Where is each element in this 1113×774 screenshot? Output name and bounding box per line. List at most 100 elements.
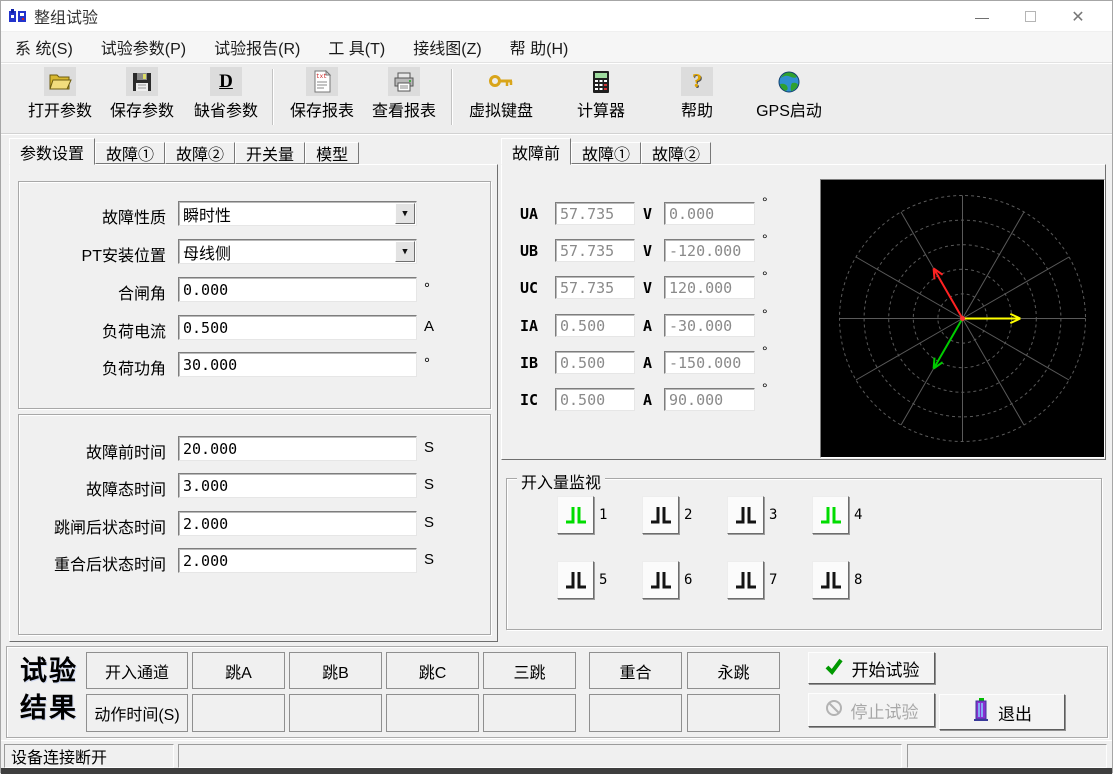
window-title: 整组试验 xyxy=(34,4,98,28)
close-icon: ✕ xyxy=(1071,7,1084,27)
prefault-time-input[interactable] xyxy=(178,436,417,461)
chevron-down-icon[interactable]: ▼ xyxy=(395,241,415,262)
digital-input-5-button[interactable] xyxy=(557,561,594,599)
post-reclose-time-unit: S xyxy=(424,551,434,568)
ic-value: 0.500 xyxy=(555,388,635,411)
window-controls: — ✕ xyxy=(958,1,1102,32)
tab-fault-2-right[interactable]: 故障② xyxy=(641,142,711,164)
result-col-trip-a: 跳A xyxy=(192,652,285,689)
view-report-button[interactable]: 查看报表 xyxy=(363,67,445,129)
tab-fault-1-right[interactable]: 故障① xyxy=(571,142,641,164)
save-report-button[interactable]: txt 保存报表 xyxy=(281,67,363,129)
toolbar-label: GPS启动 xyxy=(756,97,822,121)
digital-input-7-button[interactable] xyxy=(727,561,764,599)
calculator-button[interactable]: 计算器 xyxy=(557,67,645,129)
start-test-button[interactable]: 开始试验 xyxy=(808,652,935,684)
open-folder-icon xyxy=(44,67,76,96)
post-trip-time-input[interactable] xyxy=(178,511,417,536)
fault-params-box: 故障性质 瞬时性 ▼ PT安装位置 母线侧 ▼ 合闸角 ° 负荷电流 xyxy=(18,181,491,409)
tab-switch-quantity[interactable]: 开关量 xyxy=(235,142,305,164)
digital-input-6-button[interactable] xyxy=(642,561,679,599)
maximize-button[interactable] xyxy=(1006,1,1054,32)
tab-prefault[interactable]: 故障前 xyxy=(501,138,571,165)
phase-ic-label: IC xyxy=(520,391,538,409)
digital-input-3-number: 3 xyxy=(769,507,777,523)
switch-contact-icon xyxy=(733,567,759,593)
virtual-keyboard-button[interactable]: 虚拟键盘 xyxy=(459,67,543,129)
tab-fault-1[interactable]: 故障① xyxy=(95,142,165,164)
digital-input-6-number: 6 xyxy=(684,572,692,588)
exit-label: 退出 xyxy=(998,700,1032,725)
test-results-title: 试验 结果 xyxy=(10,653,88,727)
status-connection-panel: 设备连接断开 xyxy=(4,744,174,768)
exit-button[interactable]: 退出 xyxy=(939,694,1065,730)
menu-wiring-diagram[interactable]: 接线图(Z) xyxy=(399,32,495,62)
phase-ib-label: IB xyxy=(520,354,538,372)
close-button[interactable]: ✕ xyxy=(1054,1,1102,32)
save-params-button[interactable]: 保存参数 xyxy=(101,67,183,129)
switch-contact-icon xyxy=(563,567,589,593)
digital-input-4-button[interactable] xyxy=(812,496,849,534)
tab-model[interactable]: 模型 xyxy=(305,142,359,164)
menu-test-params[interactable]: 试验参数(P) xyxy=(87,32,200,62)
param-settings-page: 故障性质 瞬时性 ▼ PT安装位置 母线侧 ▼ 合闸角 ° 负荷电流 xyxy=(9,164,498,642)
closing-angle-input[interactable] xyxy=(178,277,417,302)
status-message-panel xyxy=(178,744,902,768)
ua-angle: 0.000 xyxy=(664,202,755,225)
post-reclose-time-input[interactable] xyxy=(178,548,417,573)
digital-input-8-button[interactable] xyxy=(812,561,849,599)
default-params-button[interactable]: D 缺省参数 xyxy=(185,67,267,129)
ub-value: 57.735 xyxy=(555,239,635,262)
digital-input-1-button[interactable] xyxy=(557,496,594,534)
post-trip-time-unit: S xyxy=(424,514,434,531)
ic-angle: 90.000 xyxy=(664,388,755,411)
uc-unit: V xyxy=(643,279,652,297)
degree-symbol: ° xyxy=(762,268,768,284)
minimize-icon: — xyxy=(975,9,989,25)
load-angle-input[interactable] xyxy=(178,352,417,377)
prefault-time-label: 故障前时间 xyxy=(86,439,166,463)
phase-uc-label: UC xyxy=(520,279,538,297)
load-angle-unit: ° xyxy=(424,355,430,372)
exit-door-icon xyxy=(972,698,990,727)
maximize-icon xyxy=(1025,11,1036,22)
check-icon xyxy=(824,657,844,680)
digital-input-2-number: 2 xyxy=(684,507,692,523)
digital-input-3-button[interactable] xyxy=(727,496,764,534)
tab-param-settings[interactable]: 参数设置 xyxy=(9,138,95,165)
help-button[interactable]: ? 帮助 xyxy=(665,67,729,129)
switch-contact-icon xyxy=(818,502,844,528)
menu-test-report[interactable]: 试验报告(R) xyxy=(200,32,314,62)
time-params-box: 故障前时间 S 故障态时间 S 跳闸后状态时间 S 重合后状态时间 S xyxy=(18,414,491,635)
gps-start-button[interactable]: GPS启动 xyxy=(741,67,837,129)
prefault-time-unit: S xyxy=(424,439,434,456)
pt-position-combo[interactable]: 母线侧 ▼ xyxy=(178,239,417,264)
help-question-icon: ? xyxy=(681,67,713,96)
menu-system[interactable]: 系 统(S) xyxy=(1,32,87,62)
phasor-diagram xyxy=(820,179,1105,458)
load-current-input[interactable] xyxy=(178,315,417,340)
result-col-input-channel: 开入通道 xyxy=(86,652,188,689)
stop-test-button[interactable]: 停止试验 xyxy=(808,693,935,727)
save-floppy-icon xyxy=(126,67,158,96)
uc-value: 57.735 xyxy=(555,276,635,299)
test-results-title-line1: 试验 xyxy=(10,653,88,690)
menu-help[interactable]: 帮 助(H) xyxy=(496,32,583,62)
minimize-button[interactable]: — xyxy=(958,1,1006,32)
fault-time-input[interactable] xyxy=(178,473,417,498)
stop-icon xyxy=(825,699,843,722)
digital-input-5-number: 5 xyxy=(599,572,607,588)
digital-input-2-button[interactable] xyxy=(642,496,679,534)
degree-symbol: ° xyxy=(762,380,768,396)
tab-fault-2[interactable]: 故障② xyxy=(165,142,235,164)
open-params-button[interactable]: 打开参数 xyxy=(19,67,101,129)
result-col-trip-b: 跳B xyxy=(289,652,382,689)
right-tab-strip: 故障前 故障① 故障② xyxy=(501,138,711,164)
ib-value: 0.500 xyxy=(555,351,635,374)
chevron-down-icon[interactable]: ▼ xyxy=(395,203,415,224)
result-cell-reclose xyxy=(589,694,682,732)
fault-nature-combo[interactable]: 瞬时性 ▼ xyxy=(178,201,417,226)
ub-angle: -120.000 xyxy=(664,239,755,262)
menu-tools[interactable]: 工 具(T) xyxy=(314,32,399,62)
degree-symbol: ° xyxy=(762,194,768,210)
